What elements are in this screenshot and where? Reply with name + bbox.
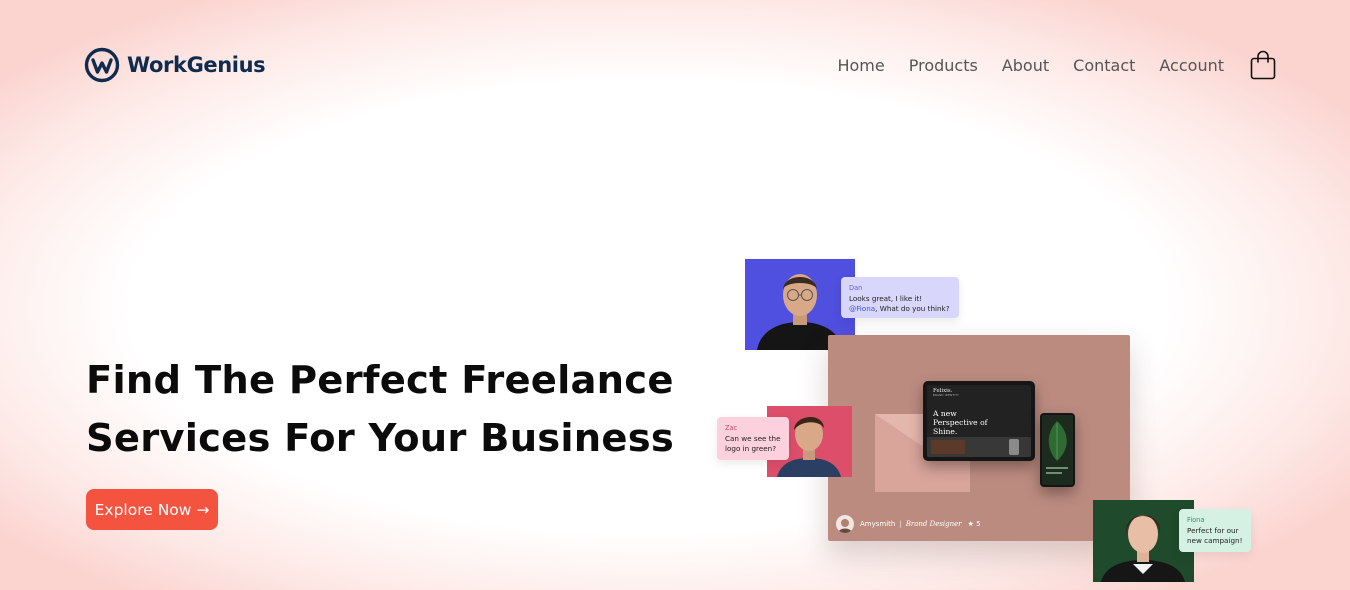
tablet-thumbnail (931, 440, 965, 454)
tablet-subtitle: BRAND IDENTITY (933, 394, 960, 397)
logo[interactable]: WorkGenius (84, 47, 266, 83)
author-avatar (836, 515, 854, 533)
chat-bubble-zac: Zac Can we see the logo in green? (717, 417, 789, 460)
chat-author-fiona: Fiona (1187, 516, 1205, 524)
chat-mention: @Fiona (849, 304, 876, 313)
author-name: Amysmith (860, 520, 896, 528)
tablet-strip (927, 437, 1031, 457)
chat-text-dan-2-rest: , What do you think? (875, 304, 950, 313)
chat-text-zac: Can we see the logo in green? (725, 434, 781, 453)
main-nav: Home Products About Contact Account (837, 50, 1276, 80)
chat-bubble-dan: Dan Looks great, I like it! @Fiona, What… (841, 277, 959, 318)
tablet-headline: A new Perspective of Shine. (933, 409, 988, 436)
phone-screen (1042, 415, 1073, 485)
brand-name: WorkGenius (127, 53, 266, 77)
chat-author-zac: Zac (725, 424, 738, 432)
phone-mockup (1040, 413, 1075, 487)
shopping-bag-icon[interactable] (1250, 50, 1276, 80)
tablet-screen: Felixis. BRAND IDENTITY A new Perspectiv… (927, 385, 1031, 457)
hero-title-line-1: Find The Perfect Freelance (86, 358, 674, 403)
author-rating: ★ 5 (967, 520, 981, 528)
chat-text-dan-1: Looks great, I like it! (849, 294, 923, 303)
nav-products[interactable]: Products (909, 56, 978, 75)
tablet-thumbnail-2 (1009, 439, 1019, 455)
nav-contact[interactable]: Contact (1073, 56, 1135, 75)
workgenius-logo-icon (84, 47, 120, 83)
explore-now-button[interactable]: Explore Now → (86, 489, 218, 530)
nav-home[interactable]: Home (837, 56, 884, 75)
hero-title: Find The Perfect Freelance Services For … (86, 352, 686, 468)
footer-separator: | (899, 520, 902, 528)
chat-bubble-fiona: Fiona Perfect for our new campaign! (1179, 509, 1251, 552)
card-footer: Amysmith | Brand Designer ★ 5 (836, 515, 981, 533)
tablet-mockup: Felixis. BRAND IDENTITY A new Perspectiv… (923, 381, 1035, 461)
chat-text-dan-2: @Fiona, What do you think? (849, 304, 951, 314)
nav-account[interactable]: Account (1159, 56, 1224, 75)
chat-author-dan: Dan (849, 284, 863, 292)
author-role: Brand Designer (905, 520, 962, 528)
nav-about[interactable]: About (1002, 56, 1049, 75)
hero-title-line-2: Services For Your Business (86, 416, 674, 461)
chat-text-fiona: Perfect for our new campaign! (1187, 526, 1243, 545)
